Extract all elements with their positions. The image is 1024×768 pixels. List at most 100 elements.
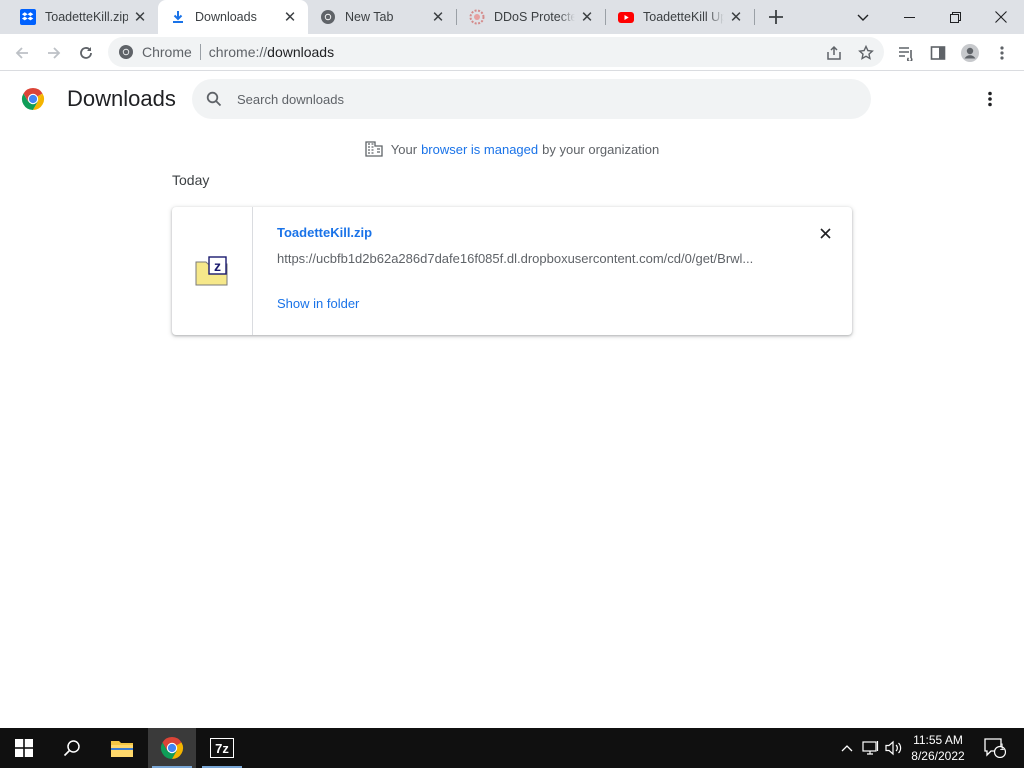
- plus-icon: [769, 10, 783, 24]
- divider: [199, 44, 201, 60]
- close-icon: [819, 227, 831, 239]
- restore-button[interactable]: [932, 0, 978, 34]
- tab-downloads[interactable]: Downloads ✕: [158, 0, 308, 34]
- forward-button[interactable]: [40, 39, 68, 67]
- network-tray-button[interactable]: [860, 728, 882, 768]
- notification-count: 1: [999, 742, 1005, 752]
- remove-download-button[interactable]: [815, 223, 835, 243]
- url-scheme: chrome://: [208, 44, 268, 60]
- managed-prefix: Your: [390, 141, 418, 157]
- taskbar-7zip[interactable]: 7z: [198, 728, 246, 768]
- download-file-name[interactable]: ToadetteKill.zip: [277, 225, 372, 240]
- windows-logo-icon: [15, 739, 33, 757]
- share-button[interactable]: [820, 39, 848, 67]
- 7zip-icon: 7z: [210, 738, 234, 758]
- taskbar-clock[interactable]: 11:55 AM 8/26/2022: [902, 732, 974, 764]
- show-hidden-icons-button[interactable]: [838, 728, 856, 768]
- svg-text:z: z: [214, 258, 221, 274]
- clock-date: 8/26/2022: [911, 749, 965, 763]
- tab-ddos-protected[interactable]: DDoS Protected ✕: [457, 0, 605, 34]
- building-icon: [365, 140, 383, 158]
- page-title: Downloads: [67, 86, 176, 111]
- search-icon: [63, 740, 80, 757]
- tab-search-button[interactable]: [840, 0, 886, 34]
- download-item: z ToadetteKill.zip https://ucbfb1d2b62a2…: [172, 207, 852, 335]
- star-icon: [858, 45, 874, 60]
- windows-taskbar: 7z 11:55 AM 8/26/2022 1: [0, 728, 1024, 768]
- chrome-icon: [320, 9, 336, 25]
- file-icon-column: z: [172, 207, 253, 335]
- chrome-menu-button[interactable]: [988, 39, 1016, 67]
- tab-toadettekill-youtube[interactable]: ToadetteKill Up ✕: [606, 0, 754, 34]
- chevron-up-icon: [841, 745, 853, 752]
- speaker-icon: [885, 740, 902, 756]
- tab-close-icon[interactable]: ✕: [579, 9, 595, 26]
- managed-notice: Your browser is managed by your organiza…: [0, 140, 1024, 158]
- share-icon: [827, 45, 841, 60]
- close-window-button[interactable]: [978, 0, 1024, 34]
- bookmark-button[interactable]: [852, 39, 880, 67]
- tab-title: ToadetteKill.zip: [45, 10, 128, 24]
- downloads-menu-button[interactable]: [978, 87, 1002, 111]
- date-heading: Today: [172, 172, 210, 188]
- back-button[interactable]: [8, 39, 36, 67]
- tab-new-tab[interactable]: New Tab ✕: [308, 0, 456, 34]
- search-icon[interactable]: [204, 89, 224, 109]
- chevron-down-icon: [857, 14, 869, 21]
- ddos-guard-icon: [469, 9, 485, 25]
- profile-button[interactable]: [956, 39, 984, 67]
- minimize-button[interactable]: [886, 0, 932, 34]
- download-icon: [170, 9, 186, 25]
- address-bar[interactable]: Chrome chrome://downloads: [108, 37, 884, 67]
- clock-time: 11:55 AM: [913, 733, 963, 747]
- kebab-menu-icon: [1000, 46, 1004, 60]
- start-button[interactable]: [0, 728, 48, 768]
- managed-link[interactable]: browser is managed: [421, 142, 538, 157]
- arrow-left-icon: [15, 47, 28, 59]
- tab-close-icon[interactable]: ✕: [282, 9, 298, 26]
- youtube-icon: [618, 9, 634, 25]
- download-source-url[interactable]: https://ucbfb1d2b62a286d7dafe16f085f.dl.…: [277, 251, 772, 266]
- tab-close-icon[interactable]: ✕: [132, 9, 148, 26]
- dropbox-icon: [20, 9, 36, 25]
- taskbar-chrome[interactable]: [148, 728, 196, 768]
- network-icon: [862, 741, 879, 755]
- site-chip[interactable]: Chrome: [142, 44, 192, 60]
- action-center-button[interactable]: 1: [980, 728, 1010, 768]
- tab-strip: ToadetteKill.zip ✕ Downloads ✕ New Tab ✕…: [0, 0, 1024, 34]
- side-panel-icon: [930, 46, 946, 60]
- kebab-menu-icon: [988, 91, 992, 107]
- side-panel-button[interactable]: [924, 39, 952, 67]
- avatar-icon: [961, 44, 979, 62]
- taskbar-file-explorer[interactable]: [98, 728, 146, 768]
- restore-icon: [949, 11, 961, 23]
- tab-title: DDoS Protected: [494, 10, 575, 24]
- svg-text:7z: 7z: [215, 741, 229, 756]
- url-host: downloads: [267, 44, 335, 60]
- tab-close-icon[interactable]: ✕: [728, 9, 744, 26]
- 7zip-archive-icon: z: [195, 256, 228, 286]
- taskbar-search-button[interactable]: [48, 728, 96, 768]
- show-in-folder-link[interactable]: Show in folder: [277, 296, 359, 311]
- search-input[interactable]: [237, 91, 837, 107]
- search-bar[interactable]: [192, 79, 871, 119]
- chrome-logo-icon: [21, 87, 45, 111]
- playlist-icon: [899, 47, 913, 61]
- reading-list-button[interactable]: [892, 39, 920, 67]
- tab-title: New Tab: [345, 10, 394, 24]
- arrow-right-icon: [48, 47, 61, 59]
- tab-close-icon[interactable]: ✕: [430, 9, 446, 26]
- managed-suffix: by your organization: [542, 141, 660, 157]
- close-icon: [995, 11, 1007, 23]
- chrome-logo-icon: [160, 737, 184, 759]
- reload-button[interactable]: [72, 39, 100, 67]
- folder-icon: [111, 741, 133, 757]
- new-tab-button[interactable]: [764, 5, 788, 29]
- minimize-icon: [903, 16, 915, 18]
- tab-title: ToadetteKill Up: [643, 10, 724, 24]
- tab-toadettekill-zip[interactable]: ToadetteKill.zip ✕: [8, 0, 158, 34]
- volume-tray-button[interactable]: [884, 728, 904, 768]
- browser-toolbar: Chrome chrome://downloads: [0, 34, 1024, 71]
- chrome-icon: [118, 44, 134, 60]
- tab-title: Downloads: [195, 10, 257, 24]
